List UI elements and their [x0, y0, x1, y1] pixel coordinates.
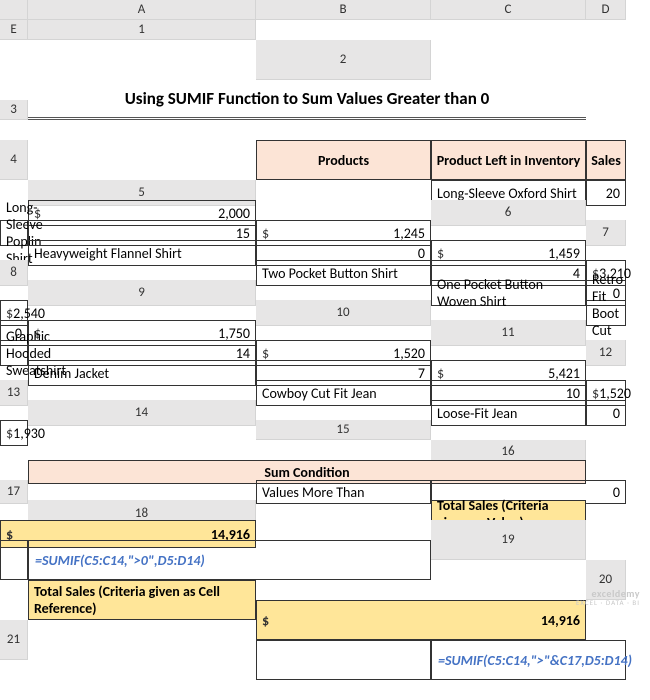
watermark: exceldemy EXCEL · DATA · BI — [576, 588, 640, 607]
col-C[interactable]: C — [431, 0, 586, 20]
row-2[interactable]: 2 — [256, 40, 431, 80]
col-E[interactable]: E — [0, 20, 28, 40]
total-sales-cellref-result[interactable]: $14,916 — [256, 600, 586, 640]
th-inventory[interactable]: Product Left in Inventory — [431, 140, 586, 180]
col-A[interactable]: A — [28, 0, 256, 20]
blank-cell[interactable] — [0, 540, 28, 580]
col-D[interactable]: D — [586, 0, 626, 20]
th-sales[interactable]: Sales — [586, 140, 626, 180]
spreadsheet-grid: A B C D E 1 2 Using SUMIF Function to Su… — [0, 0, 650, 700]
formula-2[interactable]: =SUMIF(C5:C14,">"&C17,D5:D14) — [431, 640, 626, 680]
blank-cell[interactable] — [256, 640, 431, 680]
page-title: Using SUMIF Function to Sum Values Great… — [28, 80, 586, 120]
total-sales-cellref-label[interactable]: Total Sales (Criteria given as Cell Refe… — [28, 580, 256, 620]
formula-1[interactable]: =SUMIF(C5:C14,">0",D5:D14) — [28, 540, 431, 580]
row-1[interactable]: 1 — [28, 20, 256, 40]
row-19[interactable]: 19 — [431, 520, 586, 560]
th-products[interactable]: Products — [256, 140, 431, 180]
row-4[interactable]: 4 — [0, 140, 28, 180]
corner-cell[interactable] — [0, 0, 28, 20]
col-B[interactable]: B — [256, 0, 431, 20]
row-21[interactable]: 21 — [0, 620, 28, 660]
row-15[interactable]: 15 — [256, 420, 431, 440]
row-3[interactable]: 3 — [0, 100, 28, 120]
